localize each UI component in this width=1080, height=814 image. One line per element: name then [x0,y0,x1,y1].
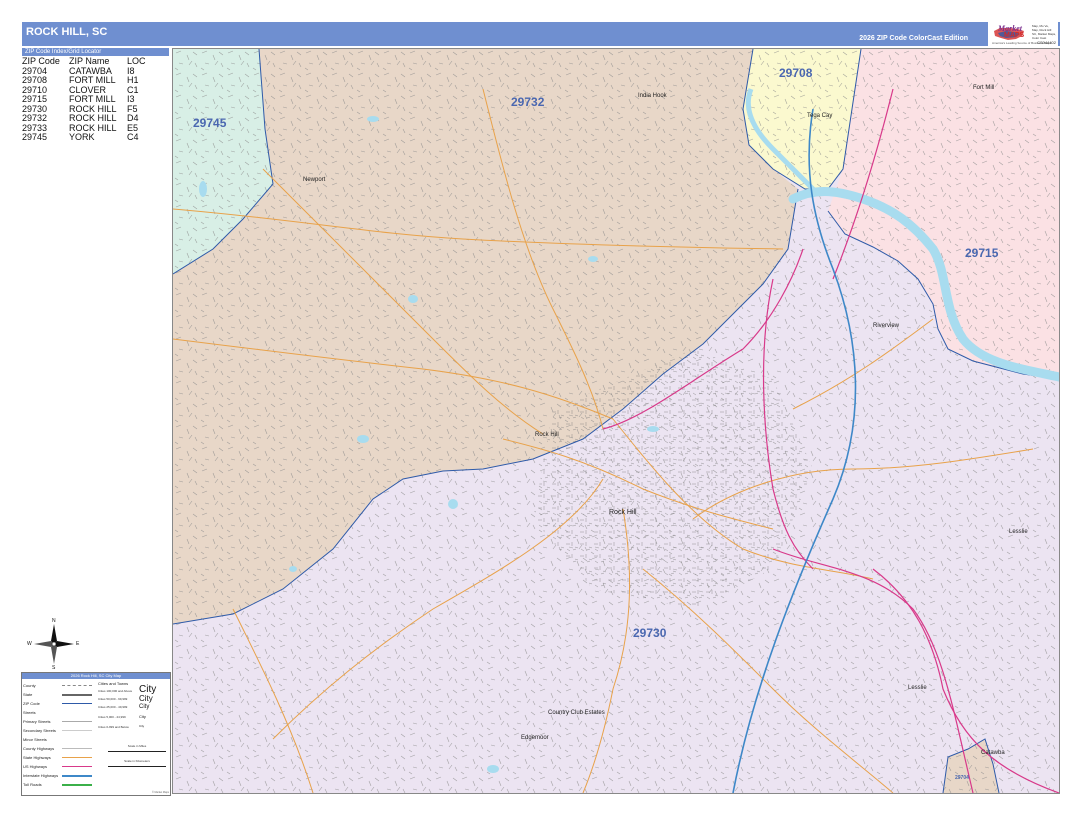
zip-index-table: ZIP Code ZIP Name LOC 29704 CATAWBA I8 297… [22,56,167,143]
table-row: 29745 YORK C4 [22,132,167,143]
compass-west: W [27,641,32,647]
legend-item: ZIP Code [23,701,40,706]
zip-code-cell: 29745 [22,132,48,142]
legend-swatch [62,775,92,777]
place-india-hook: India Hook [638,93,668,99]
city-class: Cities 0-999 and Below [98,725,129,729]
place-catawba: Catawba [981,750,1005,756]
legend-swatch [62,703,92,704]
zip-label-29715: 29715 [965,246,999,260]
place-lesslie-south: Lesslie [908,685,927,691]
compass-north: N [52,618,56,624]
zip-name-cell: YORK [69,132,95,142]
legend-item: Minor Streets [23,737,47,742]
legend-item: Toll Roads [23,782,42,787]
zip-label-29745: 29745 [193,116,227,130]
place-tega-cay: Tega Cay [807,113,832,119]
legend-swatch [62,730,92,731]
place-rock-hill: Rock Hill [609,509,637,516]
legend-item: Interstate Highways [23,773,59,778]
city-sample: City [139,694,153,703]
place-lesslie: Lesslie [1009,529,1028,535]
map-area[interactable]: 29745 29732 29708 29715 29730 29704 Rock… [172,48,1060,794]
city-sample: City [139,704,150,710]
place-country-club: Country Club Estates [548,710,605,716]
compass-east: E [76,641,80,647]
edition-label: 2026 ZIP Code ColorCast Edition [859,35,968,42]
zip-label-29730: 29730 [633,626,667,640]
city-sample: City [139,714,146,719]
place-riverview: Riverview [873,323,900,329]
scale-bar-miles [108,747,166,752]
header-bar: ROCK HILL, SC 2026 ZIP Code ColorCast Ed… [22,22,1060,46]
logo-maps-text: MAPS [1004,32,1025,39]
legend-swatch [62,721,92,722]
city-sample: City [139,724,145,728]
legend-item: Primary Streets [23,719,51,724]
zip-label-29704: 29704 [955,775,969,781]
map-title: ROCK HILL, SC [26,26,108,38]
place-rock-hill-label: Rock Hill [535,432,559,438]
map-svg: 29745 29732 29708 29715 29730 29704 Rock… [173,49,1059,793]
legend-item: State Highways [23,755,51,760]
city-class: Cities 50,000 - 99,999 [98,697,128,701]
market-maps-logo: Market MAPS America's Leading Source of … [988,22,1058,46]
place-newport: Newport [303,177,326,183]
legend-item: County [23,683,36,688]
city-class: Cities 25,000 - 49,999 [98,705,128,709]
zip-label-29708: 29708 [779,66,813,80]
legend-swatch [62,784,92,786]
legend-swatch [62,757,92,758]
product-code: CS044402 [1037,40,1056,45]
scale-bar-km [108,762,166,767]
legend-item: US Highways [23,764,48,769]
legend-swatch [62,748,92,749]
place-fort-mill: Fort Mill [973,85,994,91]
loc-cell: C4 [127,132,139,142]
city-class: Cities 5,000 - 24,999 [98,715,126,719]
legend-item: Streets [23,710,36,715]
zip-index-panel: ZIP Code Index/Grid Locator ZIP Code ZIP… [22,48,169,143]
compass-rose-icon: N S E W [27,618,80,671]
legend-item: County Highways [23,746,55,751]
map-legend: 2026 Rock Hill, SC City Map County State… [21,672,171,796]
zip-label-29732: 29732 [511,95,545,109]
compass-south: S [52,665,56,671]
legend-item: State [23,692,33,697]
legend-swatch [62,685,92,686]
city-class: Cities 100,000 and Above [98,689,133,693]
legend-swatch [62,694,92,696]
legend-item: Secondary Streets [23,728,56,733]
legend-title: 2026 Rock Hill, SC City Map [22,673,170,679]
zip-index-title: ZIP Code Index/Grid Locator [22,48,169,56]
legend-swatch [62,766,92,767]
legend-credit: © Market Maps [152,791,169,794]
cities-heading: Cities and Towns [98,681,129,686]
logo-side-text: Map, Mo Ve, Map, Rock Hill SC, Market Ma… [1032,24,1057,40]
place-edgemoor: Edgemoor [521,735,549,741]
